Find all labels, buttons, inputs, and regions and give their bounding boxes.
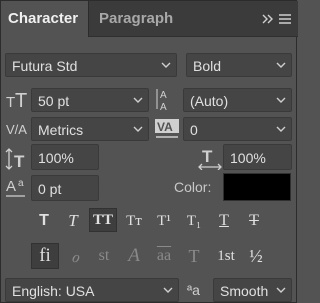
font-family-value: Futura Std [12,58,78,74]
leading-icon: A A [156,89,167,111]
tab-bar: Character Paragraph [1,1,298,37]
svg-text:A: A [160,102,167,111]
svg-text:T: T [6,94,15,111]
strikethrough-button[interactable]: T [242,209,266,233]
chevron-down-icon [163,287,173,293]
font-style-value: Bold [193,58,222,74]
tracking-value: 0 [190,122,198,138]
tracking-icon: VA [155,119,179,138]
chevron-down-icon [276,126,286,132]
chevron-down-icon [161,62,171,68]
superscript-button[interactable]: T¹ [152,209,176,233]
tracking-dropdown[interactable]: 0 [183,117,292,141]
anti-aliasing-dropdown[interactable]: Smooth [213,278,292,302]
svg-text:V/A: V/A [6,122,27,137]
leading-field[interactable]: (Auto) [183,88,292,112]
panel-menu-icon[interactable] [262,11,292,27]
swash-label: A [128,245,140,266]
anti-aliasing-icon: ªa [187,282,200,298]
chevron-down-icon [133,126,143,132]
small-caps-button[interactable]: Tт [122,209,146,233]
horizontal-scale-icon: T [198,147,222,170]
vertical-scale-field[interactable]: 100% [31,144,99,170]
ordinals-label: 1st [217,247,235,264]
font-size-value: 50 pt [38,93,70,109]
vertical-scale-icon: T [5,148,25,171]
all-caps-label: TT [92,211,113,228]
small-caps-label: Tт [126,212,142,229]
stylistic-alternates-button[interactable]: aa [152,244,176,268]
titling-alternates-label: T [188,245,200,266]
color-swatch[interactable] [223,173,291,201]
faux-bold-label: T [39,212,49,229]
kerning-value: Metrics [38,122,84,138]
language-value: English: USA [12,283,95,299]
chevron-down-icon [276,287,286,293]
faux-italic-label: T [68,211,78,230]
svg-text:T: T [14,152,25,171]
discretionary-ligatures-button[interactable]: st [92,244,116,268]
chevron-down-icon [133,97,143,103]
svg-text:A: A [6,178,16,195]
kerning-icon: V/A [6,122,27,137]
svg-text:VA: VA [157,120,173,134]
underline-label: T [219,212,229,229]
tab-paragraph[interactable]: Paragraph [99,10,173,27]
chevron-down-icon [276,62,286,68]
old-style-button[interactable]: ℴ [63,244,87,268]
font-family-dropdown[interactable]: Futura Std [5,53,177,77]
svg-text:A: A [160,90,167,101]
anti-aliasing-value: Smooth [220,283,269,299]
svg-text:T: T [15,90,27,111]
font-size-icon: T T [6,90,27,111]
horizontal-scale-field[interactable]: 100% [223,144,292,170]
ligatures-label: fi [39,245,51,266]
vertical-scale-value: 100% [38,150,74,166]
baseline-shift-value: 0 pt [38,181,62,197]
font-size-field[interactable]: 50 pt [31,88,149,112]
horizontal-scale-value: 100% [230,150,266,166]
baseline-shift-icon: A a [6,178,25,197]
kerning-dropdown[interactable]: Metrics [31,117,149,141]
fractions-label: ½ [249,245,263,266]
svg-text:a: a [18,178,24,189]
language-dropdown[interactable]: English: USA [5,278,179,302]
ordinals-button[interactable]: 1st [212,244,240,268]
superscript-label: T¹ [157,212,171,229]
fractions-button[interactable]: ½ [244,244,268,268]
faux-italic-button[interactable]: T [61,209,85,233]
old-style-label: ℴ [70,245,80,266]
swash-button[interactable]: A [122,244,146,268]
stylistic-alternates-label: aa [156,247,172,264]
color-label: Color: [174,179,212,195]
all-caps-button[interactable]: TT [89,208,117,232]
subscript-button[interactable]: T₁ [182,209,206,233]
titling-alternates-button[interactable]: T [182,244,206,268]
leading-value: (Auto) [190,93,229,109]
faux-bold-button[interactable]: T [32,209,56,233]
font-style-dropdown[interactable]: Bold [186,53,292,77]
baseline-shift-field[interactable]: 0 pt [31,175,99,201]
tab-character[interactable]: Character [8,10,78,27]
svg-text:T: T [202,147,213,166]
character-panel: Character Paragraph Futura Std Bold T T … [0,0,298,303]
chevron-down-icon [276,97,286,103]
underline-button[interactable]: T [212,209,236,233]
ligatures-button[interactable]: fi [31,243,59,269]
subscript-label: T₁ [186,212,202,229]
discretionary-ligatures-label: st [98,247,110,264]
strikethrough-label: T [249,212,259,229]
